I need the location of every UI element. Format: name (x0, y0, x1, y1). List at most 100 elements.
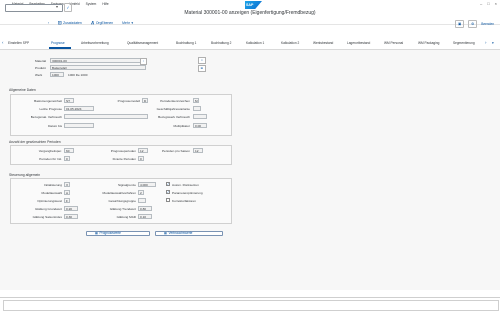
ruecksetzen-checkbox[interactable]: ✓ (166, 182, 170, 186)
tab-buchhaltung-2[interactable]: Buchhaltung 2 (211, 41, 231, 45)
tab-arbeitsvorbereitung[interactable]: Arbeitsvorbereitung (81, 41, 109, 45)
signalgrenze-field[interactable]: 4,000 (138, 182, 156, 187)
section-steuerung: Steuerung allgemein (9, 173, 41, 177)
zusatzdaten-button[interactable]: Zusatzdaten (58, 21, 82, 25)
zusatzdaten-label: Zusatzdaten (63, 21, 82, 25)
optimierungslevel-field[interactable]: F (64, 198, 70, 203)
glaettung-grundwert-field[interactable]: 0,20 (64, 206, 78, 211)
refresh-icon[interactable]: ⊞ (198, 65, 206, 72)
verbrauchswerte-label: Verbrauchswerte (168, 231, 193, 235)
vergperioden-field[interactable]: 60 (64, 148, 74, 153)
tab-segmentierung[interactable]: Segmentierung (453, 41, 475, 45)
close-icon[interactable]: × (495, 1, 497, 6)
prognosewerte-button[interactable]: ▦ Prognosewerte (86, 231, 150, 236)
exit-button[interactable]: Beenden (481, 22, 494, 26)
glaettung-mad-field[interactable]: 0,10 (138, 214, 152, 219)
modellauswahlverfahren-field[interactable]: 2 (138, 190, 144, 195)
section-allgemeine-daten: Allgemeine Daten (9, 88, 36, 92)
settings-icon[interactable]: ⚙ (468, 20, 478, 28)
multiplikator-label: Multiplikator (173, 124, 190, 128)
org-levels-icon (90, 21, 95, 25)
modellauswahl-label: Modellauswahl (41, 191, 62, 195)
tab-kalkulation-1[interactable]: Kalkulation 1 (246, 41, 264, 45)
bezugsmat-field[interactable] (64, 114, 148, 119)
vergperioden-label: Vergangheitsper. (38, 149, 62, 153)
prognoseperioden-field[interactable]: 12 (138, 148, 148, 153)
glaettung-trendwert-field[interactable]: 0,80 (138, 206, 152, 211)
signalgrenze-label: Signalgrenze (117, 183, 136, 187)
chevron-down-icon: ▾ (131, 21, 134, 25)
tab-prognose[interactable]: Prognose (51, 41, 65, 45)
modellauswahlverfahren-label: Modellauswahlverfahren (102, 191, 136, 195)
basismengeneinheit-field[interactable]: ST (64, 98, 74, 103)
datum-bis-label: Datum bis (48, 124, 62, 128)
bezugswerk-label: Bezugswerk Verbrauch (158, 115, 190, 119)
status-message-field[interactable] (3, 300, 499, 311)
bezugswerk-field[interactable] (193, 114, 207, 119)
tab-qualitaetsmanagement[interactable]: Qualitätsmanagement (127, 41, 158, 45)
orgebenen-label: OrgEbenen (95, 21, 114, 25)
glaettung-saisonindex-field[interactable]: 0,30 (64, 214, 78, 219)
tab-kalkulation-2[interactable]: Kalkulation 2 (281, 41, 299, 45)
perioden-init-label: Perioden für Init. (39, 157, 62, 161)
glaettung-mad-label: Glättung MAD (116, 215, 136, 219)
modellauswahl-field[interactable]: A (64, 190, 70, 195)
window-title: Material 300001-00 anzeigen (Eigenfertig… (184, 10, 316, 16)
tab-lagerortbestand[interactable]: Lagerortbestand (347, 41, 370, 45)
gewichtungsgruppe-field[interactable] (138, 198, 146, 203)
perioden-saison-field[interactable]: 12 (193, 148, 203, 153)
multiplikator-field[interactable]: 0,00 (193, 123, 207, 128)
save-icon[interactable]: ▪ (198, 57, 206, 64)
parameteroptimierung-checkbox[interactable]: ✓ (166, 190, 170, 194)
produkt-field[interactable]: Batteriefall (50, 65, 146, 70)
tab-werksbestand[interactable]: Werksbestand (313, 41, 333, 45)
application-toolbar: ‹ Zusatzdaten OrgEbenen Mehr ▾ (48, 21, 448, 25)
prognosemodell-label: Prognosemodell (117, 99, 140, 103)
perioden-init-field[interactable]: 0 (64, 156, 70, 161)
toolbar-right: ▣ ⚙ Beenden (455, 20, 494, 28)
verbrauchswerte-button[interactable]: ▦ Verbrauchswerte (155, 231, 223, 236)
more-button[interactable]: Mehr ▾ (122, 21, 133, 25)
initialisierung-label: Initialisierung (43, 183, 62, 187)
korrekturfaktoren-checkbox[interactable] (166, 198, 170, 202)
material-field[interactable]: 300001-00 (50, 58, 146, 63)
back-button[interactable]: ‹ (48, 21, 49, 25)
search-help-icon[interactable]: ▫ (140, 57, 147, 65)
prognosemodell-field[interactable]: D (142, 98, 148, 103)
geschjahresvariante-field[interactable] (193, 106, 201, 111)
glaettung-grundwert-label: Glättung Grundwert (35, 207, 62, 211)
menu-system[interactable]: System (86, 2, 97, 6)
tab-einstellen-spp[interactable]: Einstellen SPP (8, 41, 29, 45)
minimize-icon[interactable]: – (480, 1, 482, 6)
content-area (0, 50, 500, 290)
maximize-icon[interactable]: □ (487, 1, 489, 6)
werk-label: Werk (35, 73, 43, 77)
werk-field[interactable]: 1000 (50, 72, 64, 77)
orgebenen-button[interactable]: OrgEbenen (90, 21, 114, 25)
glaettung-saisonindex-label: Glättung Saisonindex (32, 215, 62, 219)
werk-text: 1000 De 1000 (68, 73, 88, 77)
tab-scroll-left-icon[interactable]: ‹ (2, 40, 4, 45)
periodenkennzeichen-field[interactable]: M (193, 98, 199, 103)
fixierte-perioden-field[interactable]: 0 (138, 156, 144, 161)
initialisierung-field[interactable]: X (64, 182, 70, 187)
fixierte-perioden-label: Fixierte Perioden (112, 157, 136, 161)
tab-wm-packaging[interactable]: WM Packaging (418, 41, 439, 45)
window-controls: – □ × (480, 1, 497, 6)
tab-scroll-right-icon[interactable]: › (485, 40, 487, 45)
korrekturfaktoren-label: Korrekturfaktoren (172, 199, 196, 203)
chevron-down-icon[interactable]: ▾ (56, 4, 58, 9)
active-tab-indicator (49, 47, 71, 49)
datum-bis-field[interactable] (64, 123, 94, 128)
menu-hilfe[interactable]: Hilfe (102, 2, 108, 6)
perioden-saison-label: Perioden pro Saison (161, 149, 190, 153)
periodenkennzeichen-label: Periodenkennzeichen (160, 99, 190, 103)
tab-wm-personal[interactable]: WM Personal (384, 41, 403, 45)
back-icon: ‹ (48, 21, 50, 25)
tab-list-icon[interactable]: ▾ (492, 41, 494, 45)
more-label: Mehr (122, 21, 130, 25)
display-change-icon[interactable]: ▣ (455, 20, 465, 28)
tab-buchhaltung-1[interactable]: Buchhaltung 1 (176, 41, 196, 45)
letzte-prognose-field[interactable]: 01.05.2024 (64, 106, 94, 111)
geschjahresvariante-label: Geschäftsjahresvariante (156, 107, 190, 111)
